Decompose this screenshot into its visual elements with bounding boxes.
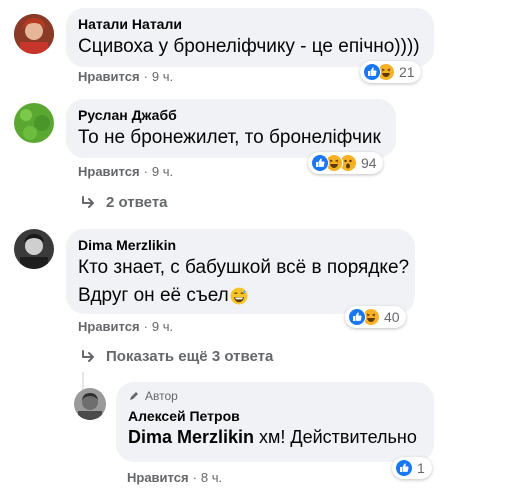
reply-text-line: Dima Merzlikin хм! Действительно <box>128 425 422 449</box>
reaction-count: 1 <box>417 460 425 476</box>
author-badge: Автор <box>128 389 422 403</box>
comment-meta: Нравится · 9 ч. <box>78 69 173 84</box>
avatar[interactable] <box>14 14 54 54</box>
comment-text: Сцивоха у бронеліфчику - це епічно)))) <box>78 36 420 57</box>
pencil-icon <box>130 392 138 400</box>
mention-link[interactable]: Dima Merzlikin <box>128 427 254 447</box>
reply-author[interactable]: Алексей Петров <box>128 408 422 424</box>
avatar[interactable] <box>74 388 106 420</box>
view-more-replies-link[interactable]: Показать ещё 3 ответа <box>80 348 273 365</box>
comment-bubble: Руслан Джабб То не бронежилет, то бронел… <box>66 99 396 158</box>
separator: · <box>143 319 148 334</box>
reaction-count: 21 <box>399 64 415 80</box>
replies-label: Показать ещё 3 ответа <box>106 348 274 365</box>
timestamp[interactable]: 9 ч. <box>152 69 173 84</box>
like-icon <box>363 63 381 81</box>
reply-text: хм! Действительно <box>254 427 417 447</box>
view-replies-link[interactable]: 2 ответа <box>80 194 168 211</box>
comment-text: Вдруг он её съел <box>78 285 229 306</box>
comment-bubble: Dima Merzlikin Кто знает, с бабушкой всё… <box>66 229 415 314</box>
reaction-count: 40 <box>384 309 400 325</box>
comment-meta: Нравится · 9 ч. <box>78 164 173 179</box>
avatar[interactable] <box>14 103 54 143</box>
comment-bubble: Натали Натали Сцивоха у бронеліфчику - ц… <box>66 8 434 67</box>
author-badge-label: Автор <box>145 389 178 403</box>
grinning-sweat-emoji <box>230 287 248 305</box>
like-icon <box>395 459 413 477</box>
reaction-summary[interactable]: 21 <box>360 61 421 83</box>
reply-meta: Нравится · 8 ч. <box>127 470 222 485</box>
comment-meta: Нравится · 9 ч. <box>78 319 173 334</box>
separator: · <box>192 470 197 485</box>
avatar[interactable] <box>14 229 54 269</box>
separator: · <box>143 164 148 179</box>
reaction-summary[interactable]: 40 <box>345 306 406 328</box>
like-link[interactable]: Нравится <box>78 164 140 179</box>
like-icon <box>311 154 329 172</box>
reply-arrow-icon <box>82 195 94 208</box>
comment-author[interactable]: Натали Натали <box>78 16 422 32</box>
like-link[interactable]: Нравится <box>127 470 189 485</box>
reply-arrow-icon <box>82 349 94 362</box>
timestamp[interactable]: 9 ч. <box>152 319 173 334</box>
reaction-count: 94 <box>361 155 377 171</box>
timestamp[interactable]: 8 ч. <box>201 470 222 485</box>
like-link[interactable]: Нравится <box>78 319 140 334</box>
reply-bubble: Автор Алексей Петров Dima Merzlikin хм! … <box>116 382 434 462</box>
separator: · <box>143 69 148 84</box>
comment-text: То не бронежилет, то бронеліфчик <box>78 127 381 148</box>
comment-text-line: Кто знает, с бабушкой всё в порядке? <box>78 257 410 278</box>
reaction-summary[interactable]: 94 <box>308 152 383 174</box>
like-link[interactable]: Нравится <box>78 69 140 84</box>
replies-label: 2 ответа <box>106 194 168 211</box>
comment-author[interactable]: Руслан Джабб <box>78 107 384 123</box>
reaction-summary[interactable]: 1 <box>392 457 432 479</box>
like-icon <box>348 308 366 326</box>
comment-author[interactable]: Dima Merzlikin <box>78 237 403 253</box>
timestamp[interactable]: 9 ч. <box>152 164 173 179</box>
